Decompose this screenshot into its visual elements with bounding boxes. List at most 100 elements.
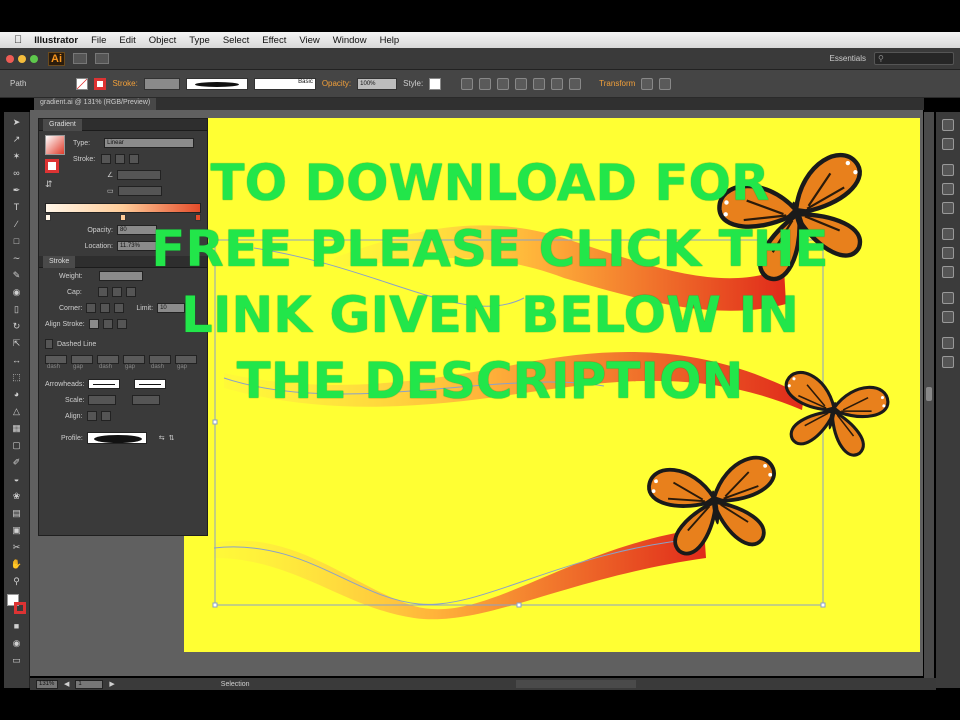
screen-mode-icon[interactable]: ▭ xyxy=(9,653,25,667)
gradient-panel-icon[interactable] xyxy=(942,247,954,259)
horizontal-scrollbar[interactable] xyxy=(516,680,636,688)
gradient-location-field[interactable]: 11.73% xyxy=(117,241,157,251)
eraser-tool-icon[interactable]: ▯ xyxy=(9,302,25,316)
gap-field[interactable] xyxy=(123,355,145,364)
zoom-tool-icon[interactable]: ⚲ xyxy=(9,574,25,588)
gradient-aspect-field[interactable] xyxy=(117,186,162,196)
isolate-icon[interactable] xyxy=(641,77,654,90)
symbols-panel-icon[interactable] xyxy=(942,202,954,214)
gradient-opacity-field[interactable]: 80 xyxy=(117,225,157,235)
gap-field[interactable] xyxy=(71,355,93,364)
magic-wand-tool-icon[interactable]: ✶ xyxy=(9,149,25,163)
lasso-tool-icon[interactable]: ∞ xyxy=(9,166,25,180)
panel-menu-icon[interactable] xyxy=(659,77,672,90)
pen-tool-icon[interactable]: ✒ xyxy=(9,183,25,197)
stroke-along-button[interactable] xyxy=(115,154,126,164)
color-mode-icon[interactable]: ■ xyxy=(9,619,25,633)
artboard-number-field[interactable]: 1 xyxy=(75,679,104,689)
slice-tool-icon[interactable]: ✂ xyxy=(9,540,25,554)
menu-help[interactable]: Help xyxy=(380,35,400,46)
stroke-across-button[interactable] xyxy=(129,154,140,164)
reverse-gradient-icon[interactable]: ⇵ xyxy=(45,179,65,190)
stroke-limit-field[interactable]: 10 xyxy=(157,303,186,313)
next-artboard-icon[interactable]: ▶ xyxy=(109,680,114,688)
transform-link[interactable]: Transform xyxy=(599,79,635,88)
gradient-stop[interactable] xyxy=(195,214,201,221)
blob-brush-tool-icon[interactable]: ◉ xyxy=(9,285,25,299)
start-arrow-scale-field[interactable] xyxy=(88,395,117,405)
gradient-panel-title[interactable]: Gradient xyxy=(43,119,82,131)
flip-across-icon[interactable]: ⇅ xyxy=(169,434,175,442)
hand-tool-icon[interactable]: ✋ xyxy=(9,557,25,571)
blend-tool-icon[interactable]: ◒ xyxy=(9,472,25,486)
width-tool-icon[interactable]: ↔ xyxy=(9,353,25,367)
graphic-styles-icon[interactable] xyxy=(942,311,954,323)
menu-view[interactable]: View xyxy=(299,35,319,46)
artboard-tool-icon[interactable]: ▣ xyxy=(9,523,25,537)
align-bottom-icon[interactable] xyxy=(569,77,582,90)
graphic-style-swatch[interactable] xyxy=(429,77,442,90)
align-top-icon[interactable] xyxy=(533,77,546,90)
rotate-tool-icon[interactable]: ↻ xyxy=(9,319,25,333)
fill-swatch[interactable] xyxy=(76,77,89,90)
round-cap-button[interactable] xyxy=(111,287,122,297)
workspace-switcher[interactable]: Essentials xyxy=(830,54,866,63)
gradient-stop[interactable] xyxy=(120,214,126,221)
align-outside-stroke-button[interactable] xyxy=(116,319,127,329)
vertical-scroll-thumb[interactable] xyxy=(926,387,932,401)
ribbon-middle[interactable] xyxy=(224,351,804,410)
align-left-icon[interactable] xyxy=(479,77,492,90)
width-profile-select[interactable] xyxy=(86,432,147,444)
align-right-icon[interactable] xyxy=(515,77,528,90)
stroke-panel-title[interactable]: Stroke xyxy=(43,256,76,268)
round-join-button[interactable] xyxy=(100,303,111,313)
gradient-slider[interactable] xyxy=(45,203,201,213)
stroke-panel-icon[interactable] xyxy=(942,228,954,240)
stroke-panel-header[interactable]: Stroke xyxy=(39,256,207,268)
arrow-tip-place-button[interactable] xyxy=(100,411,111,421)
current-tool-status[interactable]: Selection xyxy=(221,681,250,688)
stroke-weight-input[interactable] xyxy=(98,271,143,281)
menu-select[interactable]: Select xyxy=(223,35,249,46)
align-inside-stroke-button[interactable] xyxy=(102,319,113,329)
zoom-window-button[interactable] xyxy=(30,54,38,63)
paintbrush-tool-icon[interactable]: ∼ xyxy=(9,251,25,265)
color-guide-icon[interactable] xyxy=(942,138,954,150)
menu-file[interactable]: File xyxy=(91,35,106,46)
gradient-panel-header[interactable]: Gradient xyxy=(39,119,207,131)
arrow-tip-extend-button[interactable] xyxy=(86,411,97,421)
stroke-within-button[interactable] xyxy=(101,154,112,164)
shape-builder-tool-icon[interactable]: ◕ xyxy=(9,387,25,401)
artboards-panel-icon[interactable] xyxy=(942,356,954,368)
draw-mode-icon[interactable]: ◉ xyxy=(9,636,25,650)
arrange-documents-button[interactable] xyxy=(95,53,109,64)
document-tab[interactable]: gradient.ai @ 131% (RGB/Preview) xyxy=(34,98,157,110)
projecting-cap-button[interactable] xyxy=(125,287,136,297)
color-panel-icon[interactable] xyxy=(942,119,954,131)
gradient-fill-stroke-toggle[interactable] xyxy=(45,159,59,173)
dashed-line-checkbox[interactable] xyxy=(45,339,53,349)
minimize-window-button[interactable] xyxy=(18,54,26,63)
gap-field[interactable] xyxy=(175,355,197,364)
dash-field[interactable] xyxy=(149,355,171,364)
gradient-type-select[interactable]: Linear xyxy=(104,138,195,148)
artboard[interactable] xyxy=(184,118,920,652)
eyedropper-tool-icon[interactable]: ✐ xyxy=(9,455,25,469)
appearance-panel-icon[interactable] xyxy=(942,292,954,304)
pencil-tool-icon[interactable]: ✎ xyxy=(9,268,25,282)
swatches-panel-icon[interactable] xyxy=(942,164,954,176)
free-transform-tool-icon[interactable]: ⬚ xyxy=(9,370,25,384)
stroke-swatch[interactable] xyxy=(94,77,107,90)
opacity-label[interactable]: Opacity: xyxy=(322,79,351,88)
apple-icon[interactable]:  xyxy=(14,34,22,46)
line-tool-icon[interactable]: ∕ xyxy=(9,217,25,231)
perspective-grid-tool-icon[interactable]: △ xyxy=(9,404,25,418)
scale-tool-icon[interactable]: ⇱ xyxy=(9,336,25,350)
butterfly-middle[interactable] xyxy=(773,368,893,462)
stroke-weight-field[interactable] xyxy=(143,77,180,90)
graph-tool-icon[interactable]: ▤ xyxy=(9,506,25,520)
brush-definition[interactable]: Basic xyxy=(253,77,316,90)
dash-field[interactable] xyxy=(45,355,67,364)
opacity-field[interactable]: 100% xyxy=(357,77,398,90)
align-center-stroke-button[interactable] xyxy=(88,319,99,329)
